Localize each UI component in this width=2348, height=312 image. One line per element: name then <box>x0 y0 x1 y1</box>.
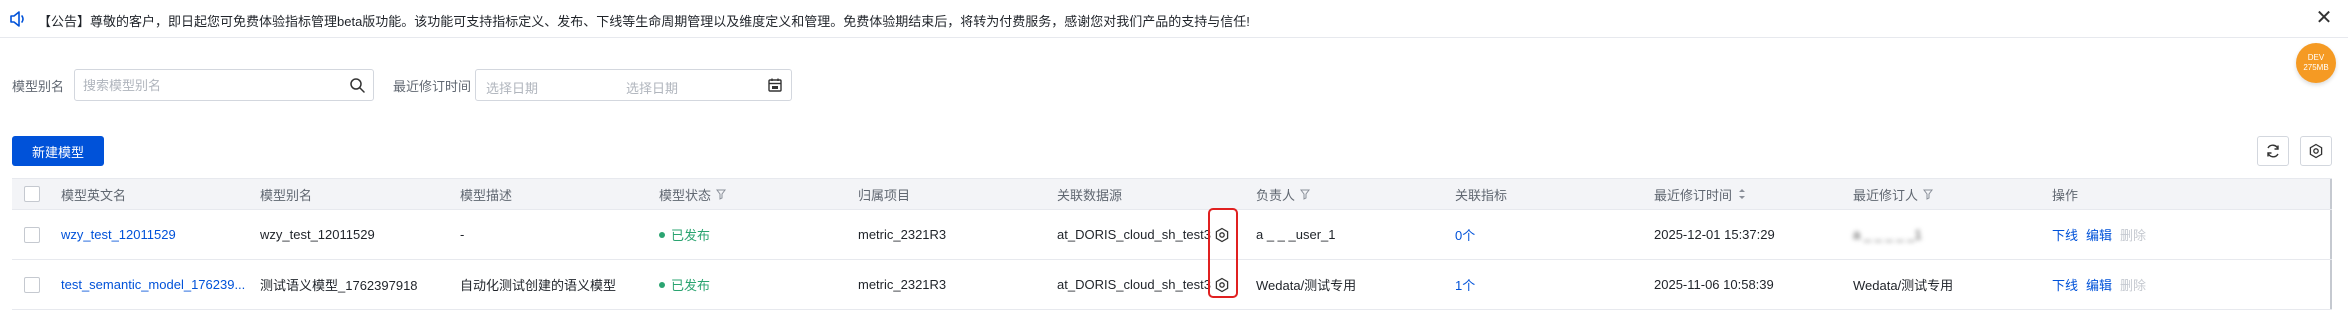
model-project: metric_2321R3 <box>858 277 947 292</box>
dev-memory-badge[interactable]: DEV 275MB <box>2296 43 2336 83</box>
model-owner: Wedata/测试专用 <box>1256 278 1357 293</box>
start-date-input[interactable]: 选择日期 <box>486 78 538 97</box>
model-modified-time: 2025-12-01 15:37:29 <box>1654 227 1775 242</box>
delete-action[interactable]: 删除 <box>2120 275 2146 294</box>
gear-icon <box>2309 143 2323 159</box>
model-datasource: at_DORIS_cloud_sh_test3 <box>1057 227 1211 242</box>
model-alias: wzy_test_12011529 <box>260 227 375 242</box>
dev-badge-memory: 275MB <box>2303 63 2329 72</box>
row-checkbox[interactable] <box>24 226 40 243</box>
table-scrollbar[interactable] <box>2330 210 2332 259</box>
search-icon[interactable] <box>349 77 365 93</box>
header-metrics: 关联指标 <box>1455 187 1508 203</box>
metrics-count-link[interactable]: 1个 <box>1455 260 1475 309</box>
alias-filter-label: 模型别名 <box>12 79 65 94</box>
model-project: metric_2321R3 <box>858 227 947 242</box>
filter-icon[interactable] <box>1300 188 1311 200</box>
header-desc: 模型描述 <box>460 187 513 203</box>
offline-action[interactable]: 下线 <box>2052 225 2078 244</box>
filter-icon[interactable] <box>716 188 727 200</box>
end-date-input[interactable]: 选择日期 <box>626 78 678 97</box>
model-modified-time: 2025-11-06 10:58:39 <box>1654 277 1774 292</box>
row-actions: 下线 编辑 删除 <box>2052 260 2154 309</box>
header-modified-time: 最近修订时间 <box>1654 187 1733 203</box>
refresh-icon <box>2267 144 2279 158</box>
header-status: 模型状态 <box>659 187 712 203</box>
model-status: 已发布 <box>659 210 710 259</box>
delete-action[interactable]: 删除 <box>2120 225 2146 244</box>
header-alias: 模型别名 <box>260 187 313 203</box>
model-alias: 测试语义模型_1762397918 <box>260 278 418 293</box>
table-header: 模型英文名 模型别名 模型描述 模型状态 归属项目 关联数据源 负责人 关联指标… <box>12 178 2332 210</box>
filter-icon[interactable] <box>1923 188 1934 200</box>
offline-action[interactable]: 下线 <box>2052 275 2078 294</box>
model-desc: - <box>460 227 465 242</box>
status-text: 已发布 <box>671 278 711 293</box>
model-name-link[interactable]: wzy_test_12011529 <box>61 210 176 259</box>
row-checkbox[interactable] <box>24 276 40 293</box>
announcement-text: 【公告】尊敬的客户，即日起您可免费体验指标管理beta版功能。该功能可支持指标定… <box>38 14 1250 29</box>
row-actions: 下线 编辑 删除 <box>2052 210 2154 259</box>
model-status: 已发布 <box>659 260 710 309</box>
header-project: 归属项目 <box>858 187 911 203</box>
header-name: 模型英文名 <box>61 187 127 203</box>
refresh-button[interactable] <box>2257 136 2289 166</box>
table-scrollbar[interactable] <box>2330 179 2332 209</box>
model-modifier: Wedata/测试专用 <box>1853 278 1954 293</box>
model-owner: a _ _ _user_1 <box>1256 227 1336 242</box>
model-datasource: at_DORIS_cloud_sh_test3 <box>1057 277 1211 292</box>
close-icon[interactable]: ✕ <box>2314 8 2334 29</box>
metrics-count-link[interactable]: 0个 <box>1455 210 1475 259</box>
table-row: wzy_test_12011529 wzy_test_12011529 - 已发… <box>12 210 2332 260</box>
status-dot-icon <box>659 231 665 238</box>
settings-button[interactable] <box>2300 136 2332 166</box>
dev-badge-label: DEV <box>2307 53 2325 62</box>
table-scrollbar[interactable] <box>2330 260 2332 309</box>
select-all-checkbox[interactable] <box>24 186 40 202</box>
datasource-settings-icon[interactable] <box>1214 277 1230 293</box>
model-name-link[interactable]: test_semantic_model_176239... <box>61 260 245 309</box>
header-owner: 负责人 <box>1256 187 1296 203</box>
model-desc: 自动化测试创建的语义模型 <box>460 278 617 293</box>
table-row: test_semantic_model_176239... 测试语义模型_176… <box>12 260 2332 310</box>
model-modifier: a _ _ _ _ _1 <box>1853 227 1922 242</box>
alias-search-field[interactable] <box>74 69 374 101</box>
edit-action[interactable]: 编辑 <box>2086 225 2112 244</box>
date-range-picker[interactable]: 选择日期 选择日期 <box>475 69 792 101</box>
speaker-icon <box>10 11 24 27</box>
status-text: 已发布 <box>671 228 711 243</box>
announcement-bar: 【公告】尊敬的客户，即日起您可免费体验指标管理beta版功能。该功能可支持指标定… <box>0 0 2348 38</box>
edit-action[interactable]: 编辑 <box>2086 275 2112 294</box>
sort-icon[interactable] <box>1737 188 1747 200</box>
datasource-settings-icon[interactable] <box>1214 227 1230 243</box>
header-modifier: 最近修订人 <box>1853 187 1919 203</box>
alias-search-input[interactable] <box>75 70 335 100</box>
header-datasource: 关联数据源 <box>1057 187 1123 203</box>
calendar-icon[interactable] <box>767 77 783 93</box>
modified-time-filter-label: 最近修订时间 <box>393 79 472 94</box>
header-actions: 操作 <box>2052 187 2079 203</box>
new-model-button[interactable]: 新建模型 <box>12 136 104 166</box>
status-dot-icon <box>659 281 665 288</box>
